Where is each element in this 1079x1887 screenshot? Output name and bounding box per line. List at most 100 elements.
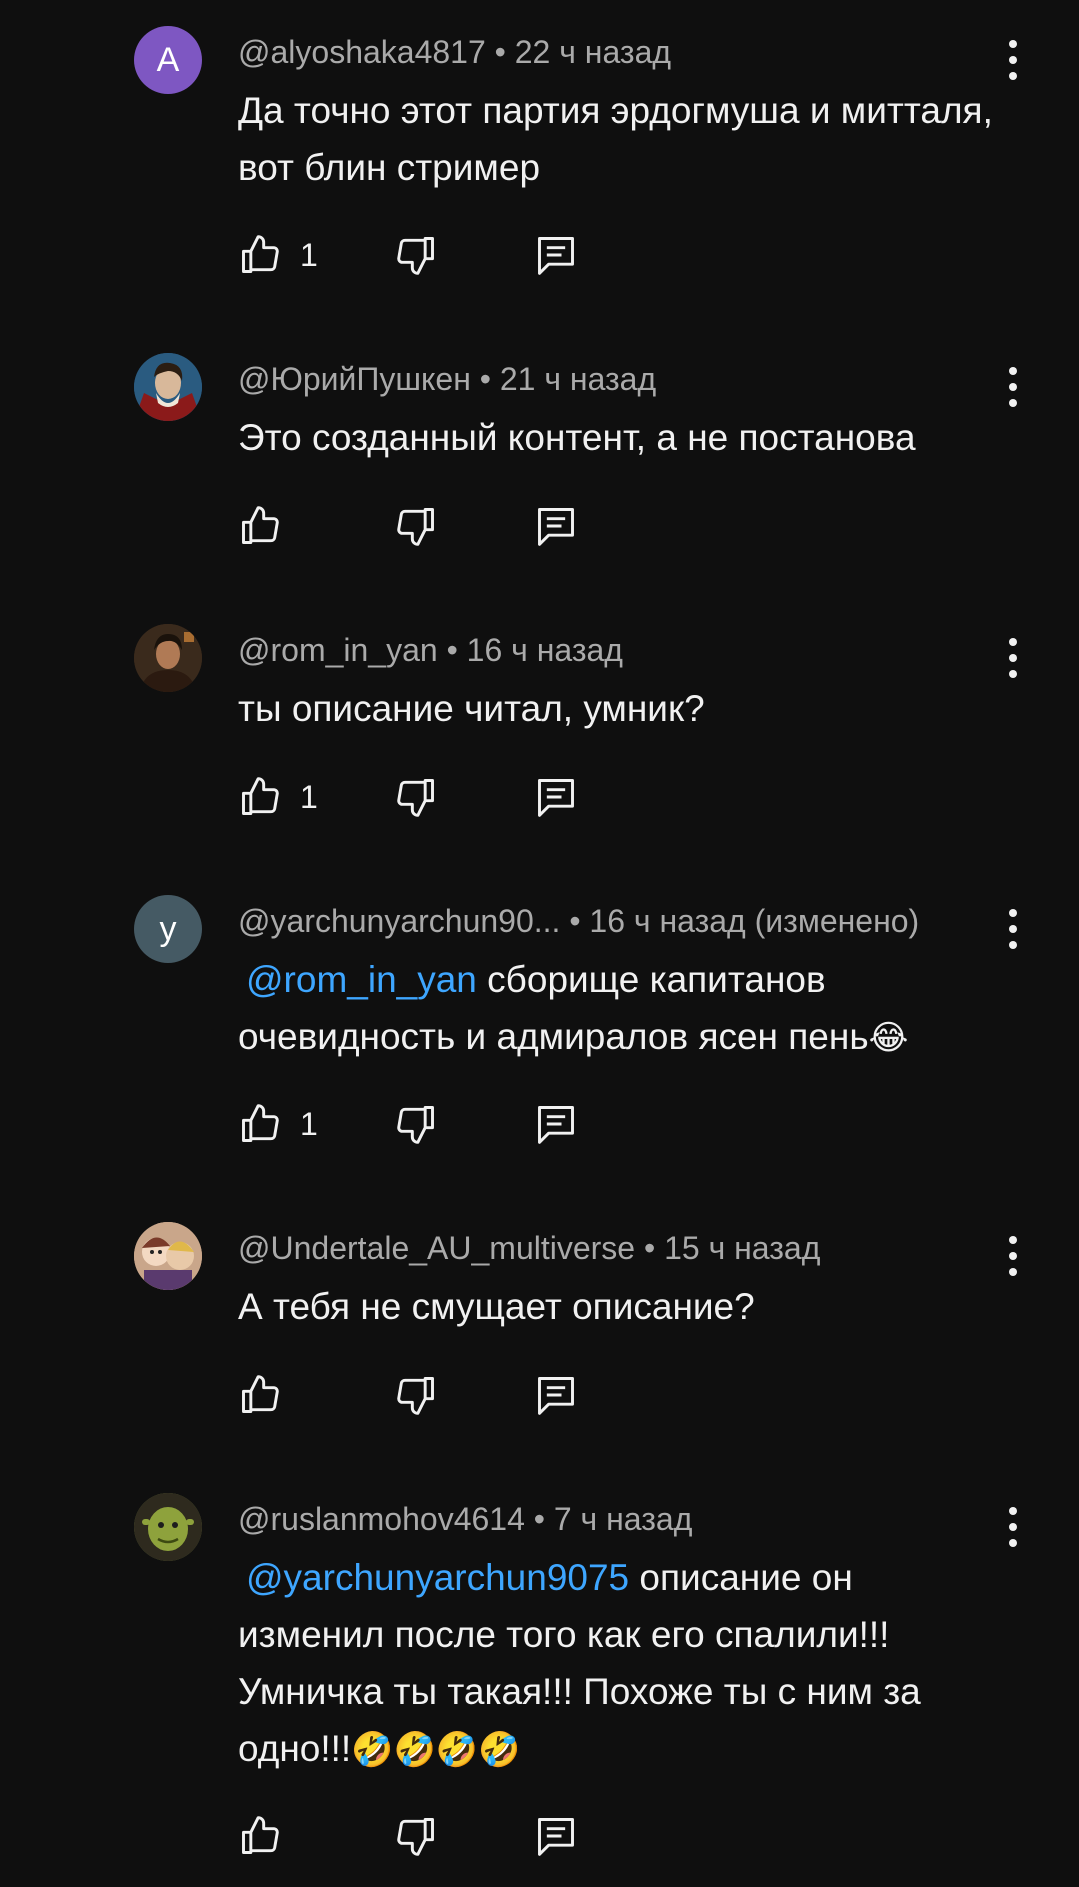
more-vert-icon[interactable]	[995, 30, 1031, 90]
more-vert-icon[interactable]	[995, 899, 1031, 959]
like-button[interactable]	[238, 1811, 300, 1861]
more-vert-icon[interactable]	[995, 1226, 1031, 1286]
dislike-button[interactable]	[394, 772, 438, 822]
avatar[interactable]	[134, 1222, 202, 1290]
comment-actions: 1	[238, 1099, 658, 1149]
thumbs-up-icon	[238, 504, 282, 548]
dislike-button[interactable]	[394, 230, 438, 280]
reply-button[interactable]	[534, 501, 578, 551]
comment-meta: @Undertale_AU_multiverse • 15 ч назад	[238, 1230, 820, 1267]
comment-author[interactable]: @alyoshaka4817	[238, 34, 486, 70]
thumbs-down-icon	[394, 1814, 438, 1858]
comment-actions	[238, 1811, 658, 1861]
comment-meta: @yarchunyarchun90... • 16 ч назад (измен…	[238, 903, 919, 940]
reply-comment-icon	[534, 1814, 578, 1858]
thumbs-up-icon	[238, 233, 282, 277]
comment-meta: @rom_in_yan • 16 ч назад	[238, 632, 623, 669]
avatar[interactable]: у	[134, 895, 202, 963]
emoji: 🤣🤣🤣🤣	[351, 1731, 521, 1769]
avatar-letter: у	[159, 909, 177, 948]
comment-time: 16 ч назад (изменено)	[589, 903, 920, 939]
comment-time: 7 ч назад	[553, 1501, 693, 1537]
like-button[interactable]	[238, 1370, 300, 1420]
comment-text: ты описание читал, умник?	[238, 680, 1008, 737]
comment-time: 21 ч назад	[499, 361, 657, 397]
reply-button[interactable]	[534, 1099, 578, 1149]
avatar[interactable]	[134, 353, 202, 421]
dislike-button[interactable]	[394, 501, 438, 551]
meta-separator: •	[446, 632, 458, 668]
comment-mention[interactable]: @yarchunyarchun9075	[246, 1557, 629, 1598]
meta-separator: •	[533, 1501, 545, 1537]
comment-author[interactable]: @rom_in_yan	[238, 632, 438, 668]
comment-body: Это созданный контент, а не постанова	[238, 417, 916, 458]
comment-body: Да точно этот партия эрдогмуша и митталя…	[238, 90, 993, 188]
reply-comment-icon	[534, 1373, 578, 1417]
comment-author[interactable]: @ruslanmohov4614	[238, 1501, 525, 1537]
comment-text: Это созданный контент, а не постанова	[238, 409, 1008, 466]
reply-button[interactable]	[534, 230, 578, 280]
avatar-ogre-icon	[134, 1493, 202, 1561]
comment-time: 15 ч назад	[664, 1230, 821, 1266]
reply-comment-icon	[534, 775, 578, 819]
thumbs-up-icon	[238, 1373, 282, 1417]
like-button[interactable]: 1	[238, 772, 318, 822]
reply-button[interactable]	[534, 772, 578, 822]
reply-comment-icon	[534, 504, 578, 548]
dislike-button[interactable]	[394, 1099, 438, 1149]
comment-actions	[238, 501, 658, 551]
thumbs-up-icon	[238, 775, 282, 819]
comment-actions: 1	[238, 772, 658, 822]
comment-meta: @alyoshaka4817 • 22 ч назад	[238, 34, 671, 71]
avatar[interactable]	[134, 1493, 202, 1561]
thumbs-up-icon	[238, 1814, 282, 1858]
comment-time: 22 ч назад	[514, 34, 672, 70]
like-count: 1	[300, 1105, 318, 1142]
comment-actions: 1	[238, 230, 658, 280]
meta-separator: •	[569, 903, 581, 939]
meta-separator: •	[479, 361, 491, 397]
comment-author[interactable]: @ЮрийПушкен	[238, 361, 471, 397]
comment-mention[interactable]: @rom_in_yan	[246, 959, 477, 1000]
comment-body: А тебя не смущает описание?	[238, 1286, 755, 1327]
meta-separator: •	[494, 34, 506, 70]
comment-text: Да точно этот партия эрдогмуша и митталя…	[238, 82, 1008, 196]
emoji: 😂	[868, 1019, 909, 1057]
thumbs-down-icon	[394, 233, 438, 277]
comment-text: А тебя не смущает описание?	[238, 1278, 1008, 1335]
reply-button[interactable]	[534, 1811, 578, 1861]
reply-comment-icon	[534, 233, 578, 277]
avatar-photo-icon	[134, 624, 202, 692]
dislike-button[interactable]	[394, 1811, 438, 1861]
comment-text: @yarchunyarchun9075 описание он изменил …	[238, 1549, 1008, 1779]
avatar-letter: A	[156, 40, 180, 79]
thumbs-down-icon	[394, 504, 438, 548]
like-button[interactable]: 1	[238, 1099, 318, 1149]
comment-body: ты описание читал, умник?	[238, 688, 705, 729]
like-button[interactable]: 1	[238, 230, 318, 280]
avatar[interactable]: A	[134, 26, 202, 94]
dislike-button[interactable]	[394, 1370, 438, 1420]
comment-time: 16 ч назад	[466, 632, 623, 668]
more-vert-icon[interactable]	[995, 628, 1031, 688]
reply-comment-icon	[534, 1102, 578, 1146]
like-count: 1	[300, 236, 318, 273]
comment-meta: @ЮрийПушкен • 21 ч назад	[238, 361, 656, 398]
avatar[interactable]	[134, 624, 202, 692]
reply-button[interactable]	[534, 1370, 578, 1420]
comment-text: @rom_in_yan сборище капитанов очевидност…	[238, 951, 1008, 1067]
avatar-art-icon	[134, 1222, 202, 1290]
thumbs-down-icon	[394, 775, 438, 819]
like-button[interactable]	[238, 501, 300, 551]
thumbs-up-icon	[238, 1102, 282, 1146]
comment-author[interactable]: @Undertale_AU_multiverse	[238, 1230, 635, 1266]
avatar-portrait-icon	[134, 353, 202, 421]
more-vert-icon[interactable]	[995, 1497, 1031, 1557]
meta-separator: •	[643, 1230, 656, 1266]
thumbs-down-icon	[394, 1373, 438, 1417]
comment-meta: @ruslanmohov4614 • 7 ч назад	[238, 1501, 692, 1538]
like-count: 1	[300, 778, 318, 815]
more-vert-icon[interactable]	[995, 357, 1031, 417]
comment-author[interactable]: @yarchunyarchun90...	[238, 903, 560, 939]
comment-actions	[238, 1370, 658, 1420]
